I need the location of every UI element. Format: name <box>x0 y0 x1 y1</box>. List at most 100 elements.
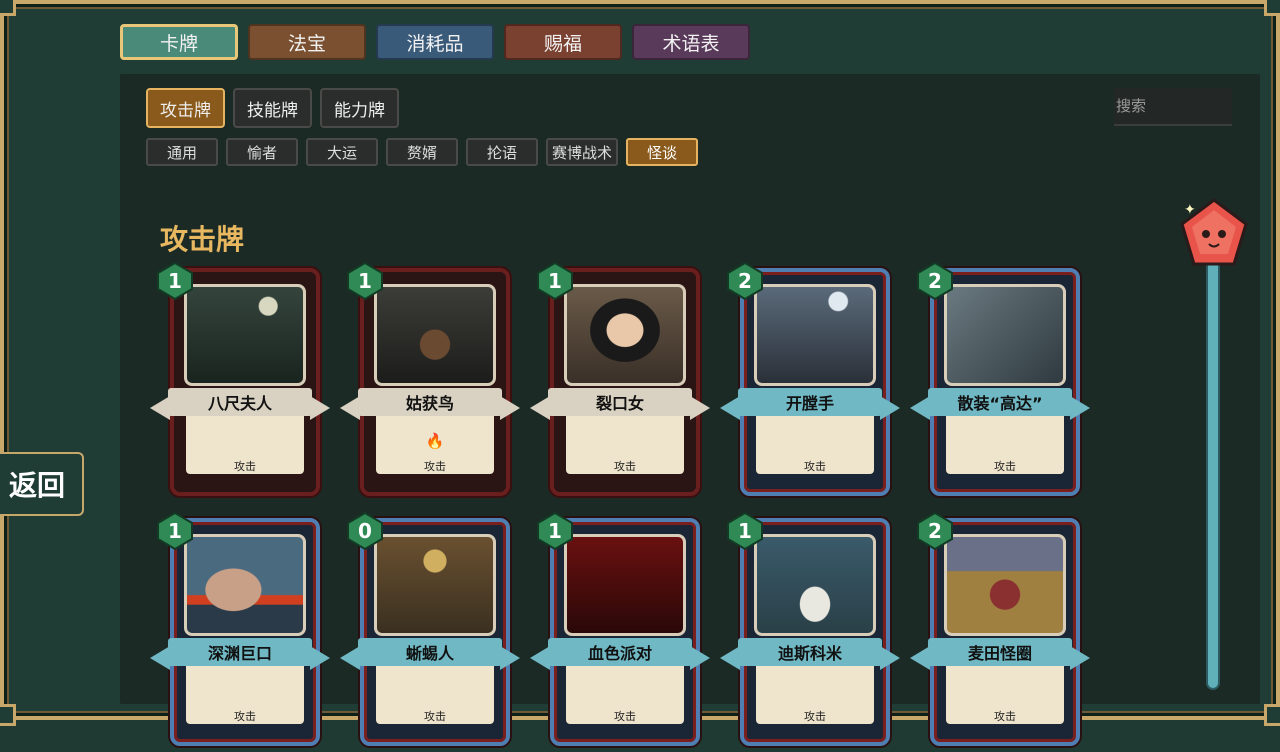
card-frame: 攻击 <box>930 268 1080 496</box>
card-name-ribbon: 深渊巨口 <box>150 636 330 670</box>
card-type-label: 攻击 <box>994 710 1016 723</box>
tab-blessings[interactable]: 赐福 <box>504 24 622 60</box>
card-art <box>944 284 1066 386</box>
card-cost: 1 <box>346 262 384 300</box>
card-art <box>374 284 496 386</box>
filter-general[interactable]: 通用 <box>146 138 218 166</box>
card-type-label: 攻击 <box>804 460 826 473</box>
ribbon-tail <box>530 396 550 420</box>
tab-glossary[interactable]: 术语表 <box>632 24 750 60</box>
card[interactable]: 攻击 裂口女 1 <box>530 262 710 502</box>
card-cost-value: 1 <box>738 519 752 543</box>
card-name: 蜥蜴人 <box>358 638 502 666</box>
ribbon-tail <box>910 646 930 670</box>
card-name-ribbon: 麦田怪圈 <box>910 636 1090 670</box>
filter-class-2[interactable]: 愉者 <box>226 138 298 166</box>
card-cost-value: 1 <box>548 519 562 543</box>
fire-icon: 🔥 <box>425 432 445 450</box>
card-art <box>564 284 686 386</box>
card-name: 散装“高达” <box>928 388 1072 416</box>
card-type-label: 攻击 <box>424 710 446 723</box>
tab-treasures[interactable]: 法宝 <box>248 24 366 60</box>
ribbon-tail <box>720 396 740 420</box>
search-input[interactable] <box>1114 88 1232 126</box>
card-frame: 攻击 <box>930 518 1080 746</box>
ribbon-tail <box>310 396 330 420</box>
card-cost: 2 <box>726 262 764 300</box>
card[interactable]: 攻击 八尺夫人 1 <box>150 262 330 502</box>
back-button[interactable]: 返回 <box>0 452 84 516</box>
card-name: 姑获鸟 <box>358 388 502 416</box>
card-cost: 1 <box>156 512 194 550</box>
card[interactable]: 攻击 麦田怪圈 2 <box>910 512 1090 752</box>
card-name-ribbon: 蜥蜴人 <box>340 636 520 670</box>
ribbon-tail <box>910 396 930 420</box>
card-name: 迪斯科米 <box>738 638 882 666</box>
card-frame: 🔥 攻击 <box>360 268 510 496</box>
card-art <box>754 284 876 386</box>
card-name: 八尺夫人 <box>168 388 312 416</box>
card-cost-value: 1 <box>358 269 372 293</box>
card-name: 麦田怪圈 <box>928 638 1072 666</box>
card-frame: 攻击 <box>170 518 320 746</box>
scrollbar-thumb-gem[interactable]: ✦ <box>1176 196 1252 276</box>
card-art <box>564 534 686 636</box>
card-type-label: 攻击 <box>614 460 636 473</box>
card-name-ribbon: 八尺夫人 <box>150 386 330 420</box>
card-art <box>944 534 1066 636</box>
card-cost: 1 <box>536 512 574 550</box>
card-type-label: 攻击 <box>234 710 256 723</box>
card[interactable]: 攻击 血色派对 1 <box>530 512 710 752</box>
card-frame: 攻击 <box>550 518 700 746</box>
filter-class-7[interactable]: 怪谈 <box>626 138 698 166</box>
card-frame: 攻击 <box>360 518 510 746</box>
ribbon-tail <box>1070 646 1090 670</box>
tab-attack-cards[interactable]: 攻击牌 <box>146 88 225 128</box>
card[interactable]: 攻击 迪斯科米 1 <box>720 512 900 752</box>
card-type-tabs: 攻击牌 技能牌 能力牌 <box>146 88 399 128</box>
card-cost: 0 <box>346 512 384 550</box>
frame-corner <box>1264 704 1280 726</box>
card[interactable]: 攻击 散装“高达” 2 <box>910 262 1090 502</box>
card-type-label: 攻击 <box>234 460 256 473</box>
card-name: 开膛手 <box>738 388 882 416</box>
card[interactable]: 攻击 蜥蜴人 0 <box>340 512 520 752</box>
card-cost: 1 <box>156 262 194 300</box>
frame-corner <box>0 704 16 726</box>
card-cost-value: 2 <box>738 269 752 293</box>
ribbon-tail <box>1070 396 1090 420</box>
tab-skill-cards[interactable]: 技能牌 <box>233 88 312 128</box>
card-frame: 攻击 <box>170 268 320 496</box>
card-cost-value: 0 <box>358 519 372 543</box>
filter-class-6[interactable]: 赛博战术 <box>546 138 618 166</box>
card-type-label: 攻击 <box>614 710 636 723</box>
gem-icon: ✦ <box>1180 198 1248 266</box>
scrollbar-track[interactable] <box>1206 258 1220 690</box>
filter-class-3[interactable]: 大运 <box>306 138 378 166</box>
card-name-ribbon: 血色派对 <box>530 636 710 670</box>
card[interactable]: 🔥 攻击 姑获鸟 1 <box>340 262 520 502</box>
card-name: 血色派对 <box>548 638 692 666</box>
card[interactable]: 攻击 开膛手 2 <box>720 262 900 502</box>
tab-cards[interactable]: 卡牌 <box>120 24 238 60</box>
card-frame: 攻击 <box>740 518 890 746</box>
ribbon-tail <box>720 646 740 670</box>
ribbon-tail <box>690 646 710 670</box>
card-description: 攻击 <box>186 662 304 724</box>
filter-class-4[interactable]: 赘婿 <box>386 138 458 166</box>
ribbon-tail <box>690 396 710 420</box>
card[interactable]: 攻击 深渊巨口 1 <box>150 512 330 752</box>
tab-consumables[interactable]: 消耗品 <box>376 24 494 60</box>
card-cost: 2 <box>916 262 954 300</box>
tab-power-cards[interactable]: 能力牌 <box>320 88 399 128</box>
card-art <box>184 534 306 636</box>
ribbon-tail <box>500 396 520 420</box>
class-filter-tabs: 通用 愉者 大运 赘婿 抡语 赛博战术 怪谈 <box>146 138 698 166</box>
card-cost-value: 2 <box>928 269 942 293</box>
svg-text:✦: ✦ <box>1184 202 1196 218</box>
card-name: 深渊巨口 <box>168 638 312 666</box>
card-description: 攻击 <box>756 662 874 724</box>
filter-class-5[interactable]: 抡语 <box>466 138 538 166</box>
card-description: 攻击 <box>186 412 304 474</box>
frame-corner <box>1264 0 1280 16</box>
